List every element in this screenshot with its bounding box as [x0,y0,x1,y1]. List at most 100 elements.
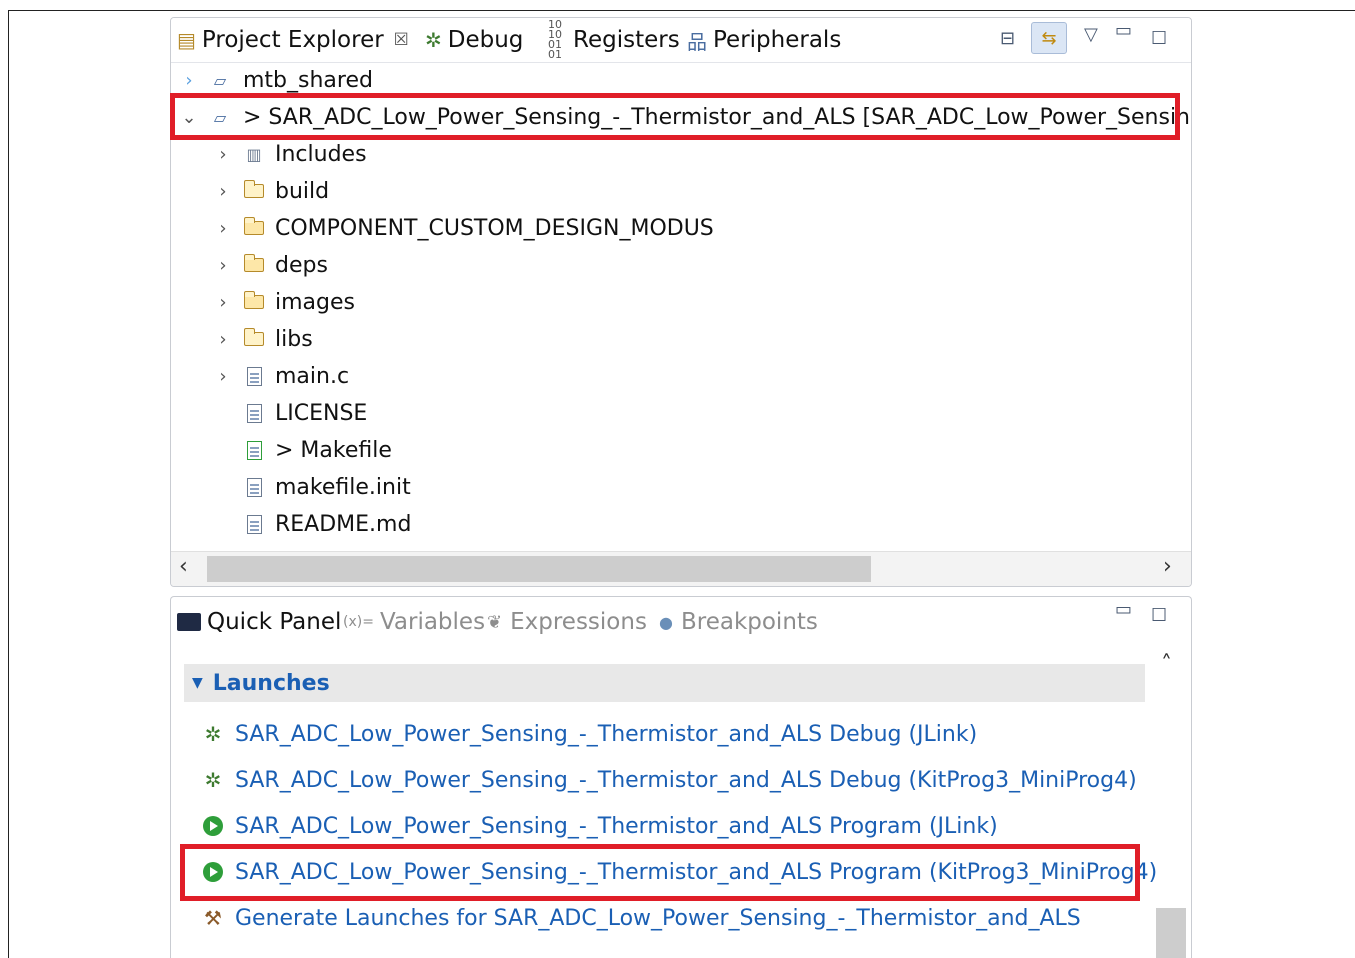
debug-bug-icon: ✲ [425,28,442,52]
tree-item-readme[interactable]: README.md [171,506,1191,542]
tree-item-libs[interactable]: › libs [171,321,1191,357]
tree-item-label: > Makefile [275,437,392,463]
debug-bug-icon: ✲ [204,722,222,746]
tab-project-explorer[interactable]: ▤ Project Explorer ☒ [177,18,409,62]
highlight-box-project [170,93,1180,140]
tree-item-label: makefile.init [275,474,411,500]
vertical-scrollbar[interactable]: ˄ [1156,652,1186,958]
launches-section-header[interactable]: ▼ Launches [184,664,1145,702]
chevron-right-icon[interactable]: › [215,292,231,313]
chevron-right-icon[interactable]: › [215,255,231,276]
launch-item[interactable]: ✲ SAR_ADC_Low_Power_Sensing_-_Thermistor… [201,714,978,754]
tab-label: Quick Panel [207,609,342,635]
folder-icon [243,328,265,349]
markdown-file-icon [243,514,265,534]
tab-quick-panel[interactable]: Quick Panel [177,597,341,647]
tree-item-deps[interactable]: › deps [171,247,1191,283]
file-icon [243,477,265,497]
registers-icon: 10 10 01 01 [548,18,562,61]
launch-label: Generate Launches for SAR_ADC_Low_Power_… [235,905,1081,931]
horizontal-scrollbar[interactable]: ‹ › [171,551,1191,586]
tree-item-label: COMPONENT_CUSTOM_DESIGN_MODUS [275,215,714,241]
chevron-right-icon[interactable]: › [215,181,231,202]
shared-project-icon: ▱ [213,70,227,90]
scrollbar-thumb[interactable] [207,556,871,582]
tree-item-license[interactable]: LICENSE [171,395,1191,431]
scroll-left-icon[interactable]: ‹ [179,554,188,579]
tab-label: Registers [573,27,680,53]
chevron-right-icon[interactable]: › [215,329,231,350]
source-folder-icon [243,254,265,275]
scroll-right-icon[interactable]: › [1163,554,1172,579]
tab-registers[interactable]: 10 10 01 01 Registers [543,18,680,62]
tree-item-label: main.c [275,363,350,389]
hammer-icon: ⚒ [204,906,222,930]
maximize-icon[interactable]: ☐ [1151,605,1167,626]
tree-item-includes[interactable]: › ▥ Includes [171,136,1191,172]
tree-item-build[interactable]: › build [171,173,1191,209]
chevron-right-icon[interactable]: › [181,70,197,91]
variables-icon: (x)= [343,614,374,630]
quick-panel-icon [177,613,201,631]
launch-item[interactable]: ⚒ Generate Launches for SAR_ADC_Low_Powe… [201,898,1081,938]
tab-variables[interactable]: (x)= Variables [343,597,485,647]
tree-item-makefile-init[interactable]: makefile.init [171,469,1191,505]
expressions-icon: ❦ [487,611,503,633]
tree-item-images[interactable]: › images [171,284,1191,320]
outer-frame-top [8,10,1355,11]
tab-label: Project Explorer [201,27,384,53]
view-menu-icon[interactable]: ▽ [1084,24,1098,45]
tree-item-label: images [275,289,355,315]
debug-bug-icon: ✲ [204,768,222,792]
launch-item[interactable]: ✲ SAR_ADC_Low_Power_Sensing_-_Thermistor… [201,760,1137,800]
tree-item-main-c[interactable]: › main.c [171,358,1191,394]
folder-icon [243,180,265,201]
launch-label: SAR_ADC_Low_Power_Sensing_-_Thermistor_a… [235,721,978,747]
tree-item-label: libs [275,326,313,352]
chevron-right-icon[interactable]: › [215,366,231,387]
tab-label: Variables [379,609,486,635]
tab-breakpoints[interactable]: ● Breakpoints [659,597,818,647]
scroll-up-icon[interactable]: ˄ [1161,652,1172,677]
chevron-right-icon[interactable]: › [215,218,231,239]
tab-expressions[interactable]: ❦ Expressions [487,597,647,647]
tab-label: Debug [447,27,524,53]
link-with-editor-icon[interactable]: ⇆ [1031,22,1067,54]
minimize-icon[interactable]: ▭ [1115,20,1132,41]
scrollbar-thumb[interactable] [1156,908,1186,958]
outer-frame-left [8,10,9,958]
run-play-icon [201,814,225,838]
source-folder-icon [243,291,265,312]
tree-item-label: build [275,178,330,204]
peripherals-icon: 品 [687,29,707,54]
chevron-right-icon[interactable]: › [215,144,231,165]
maximize-icon[interactable]: ☐ [1151,28,1167,49]
tree-item-component-custom-design-modus[interactable]: › COMPONENT_CUSTOM_DESIGN_MODUS [171,210,1191,246]
tree-item-label: mtb_shared [243,67,373,93]
minimize-icon[interactable]: ▭ [1115,599,1132,620]
breakpoints-icon: ● [659,612,673,632]
chevron-down-icon[interactable]: ▼ [192,675,203,691]
includes-icon: ▥ [246,144,262,164]
close-icon[interactable]: ☒ [394,30,409,50]
tree-item-label: deps [275,252,328,278]
launch-item[interactable]: SAR_ADC_Low_Power_Sensing_-_Thermistor_a… [201,806,998,846]
section-title: Launches [212,670,330,696]
project-explorer-tabbar: ▤ Project Explorer ☒ ✲ Debug 10 10 01 01 … [171,18,1191,63]
c-file-icon [243,366,265,386]
collapse-all-icon[interactable]: ⊟ [1000,28,1015,49]
makefile-icon [243,440,265,460]
tree-item-makefile[interactable]: > Makefile [171,432,1191,468]
quick-panel: Quick Panel (x)= Variables ❦ Expressions… [170,596,1192,958]
tab-label: Breakpoints [680,609,818,635]
tab-debug[interactable]: ✲ Debug [425,18,523,62]
project-explorer-icon: ▤ [177,28,196,52]
tree-item-label: LICENSE [275,400,368,426]
source-folder-icon [243,217,265,238]
launch-label: SAR_ADC_Low_Power_Sensing_-_Thermistor_a… [235,813,998,839]
highlight-box-launch [180,844,1140,901]
tab-label: Peripherals [713,27,842,53]
tree-item-label: README.md [275,511,412,537]
tab-peripherals[interactable]: 品 Peripherals [687,18,841,62]
tree-item-label: Includes [275,141,367,167]
